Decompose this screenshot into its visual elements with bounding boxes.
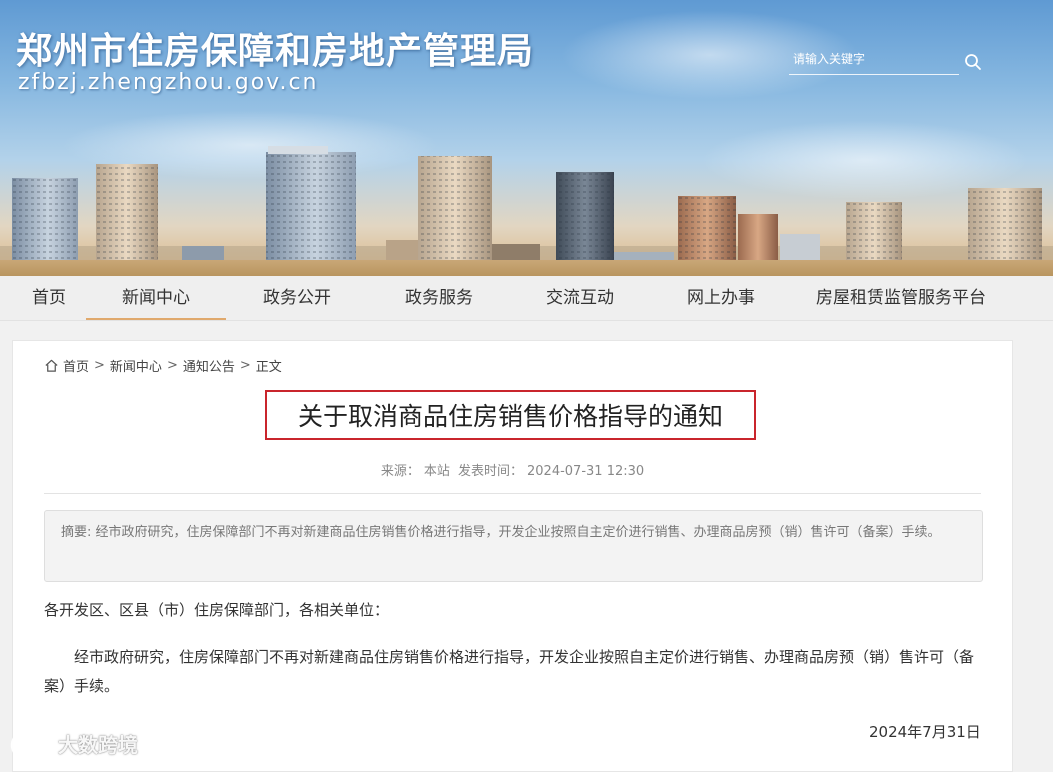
watermark-text: 大数跨境 (58, 732, 138, 757)
home-icon (45, 359, 58, 372)
nav-item-government-services[interactable]: 政务服务 (368, 276, 510, 320)
article-body: 经市政府研究，住房保障部门不再对新建商品住房销售价格进行指导，开发企业按照自主定… (44, 648, 975, 695)
divider (44, 493, 981, 494)
nav-item-online-services[interactable]: 网上办事 (650, 276, 792, 320)
breadcrumb-news-center[interactable]: 新闻中心 (110, 356, 162, 375)
main-nav: 首页 新闻中心 政务公开 政务服务 交流互动 网上办事 房屋租赁监管服务平台 (0, 276, 1053, 321)
article-salutation: 各开发区、区县（市）住房保障部门，各相关单位： (44, 601, 390, 619)
breadcrumb-separator: > (166, 358, 178, 373)
article-meta: 来源： 本站 发表时间： 2024-07-31 12:30 (13, 460, 1012, 479)
article-panel: 首页 > 新闻中心 > 通知公告 > 正文 关于取消商品住房销售价格指导的通知 … (12, 340, 1013, 772)
nav-item-government-affairs-disclosure[interactable]: 政务公开 (226, 276, 368, 320)
breadcrumb-current: 正文 (255, 360, 282, 375)
watermark: 大数跨境 (8, 728, 138, 758)
header-banner: 郑州市住房保障和房地产管理局 zfbzj.zhengzhou.gov.cn (0, 0, 1053, 276)
search-icon[interactable] (964, 53, 982, 71)
search-box (789, 46, 959, 75)
publish-time-value: 2024-07-31 12:30 (527, 464, 645, 479)
site-domain: zfbzj.zhengzhou.gov.cn (18, 70, 319, 95)
article-date: 2024年7月31日 (869, 723, 981, 741)
source-value: 本站 (423, 464, 450, 479)
article-title-box: 关于取消商品住房销售价格指导的通知 (265, 390, 756, 440)
breadcrumb-separator: > (239, 358, 251, 373)
source-label: 来源： (380, 464, 420, 479)
breadcrumb-separator: > (94, 358, 105, 373)
summary-text: 经市政府研究，住房保障部门不再对新建商品住房销售价格进行指导，开发企业按照自主定… (95, 525, 941, 540)
breadcrumb-notices[interactable]: 通知公告 (183, 356, 235, 375)
nav-item-news-center[interactable]: 新闻中心 (86, 276, 226, 320)
breadcrumb-home[interactable]: 首页 (63, 356, 89, 375)
city-skyline-image (0, 146, 1053, 276)
search-input[interactable] (789, 46, 957, 72)
watermark-logo-icon (10, 731, 53, 754)
site-title[interactable]: 郑州市住房保障和房地产管理局 (16, 22, 534, 74)
summary-label: 摘要: (61, 525, 92, 540)
article-title: 关于取消商品住房销售价格指导的通知 (297, 402, 723, 431)
article-summary: 摘要: 经市政府研究，住房保障部门不再对新建商品住房销售价格进行指导，开发企业按… (44, 510, 983, 582)
breadcrumb: 首页 > 新闻中心 > 通知公告 > 正文 (44, 356, 282, 375)
banner-water (0, 260, 1053, 276)
nav-item-rental-platform[interactable]: 房屋租赁监管服务平台 (792, 276, 1010, 320)
nav-item-home[interactable]: 首页 (12, 276, 86, 320)
publish-time-label: 发表时间： (458, 464, 524, 479)
nav-item-interaction[interactable]: 交流互动 (510, 276, 650, 320)
